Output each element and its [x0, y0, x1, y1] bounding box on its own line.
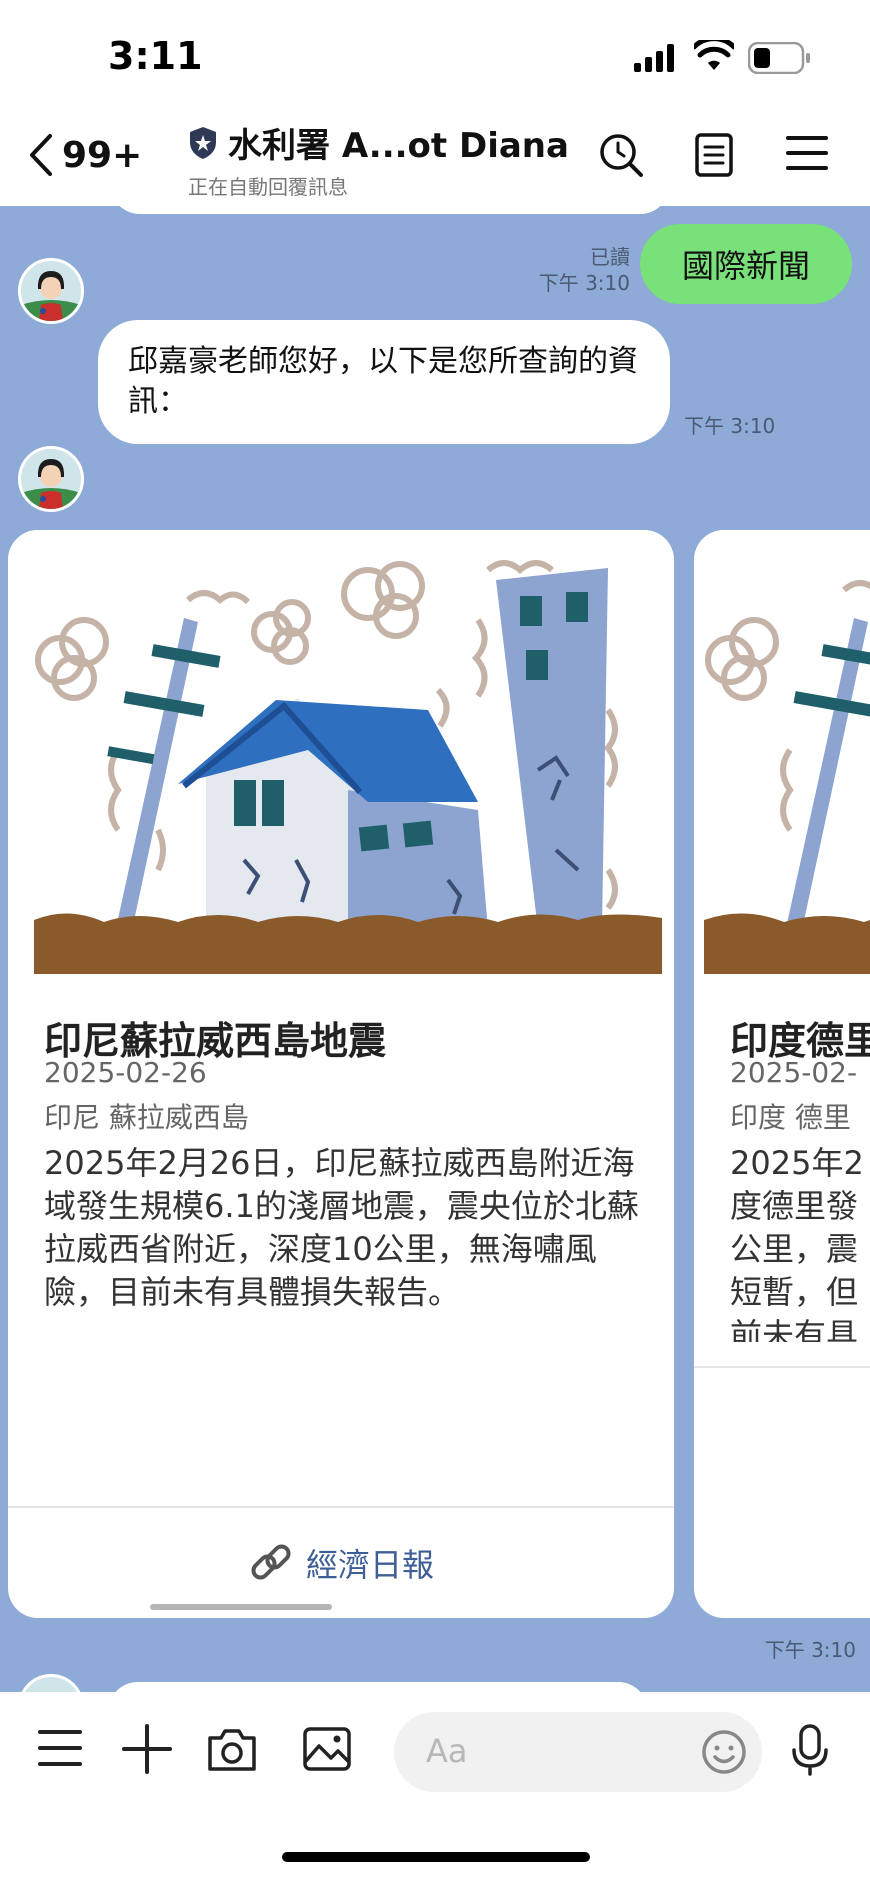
card-body-line: 短暫，但: [730, 1273, 859, 1311]
card-divider: [694, 1366, 870, 1368]
image-icon[interactable]: [302, 1726, 352, 1776]
carousel-scrollbar[interactable]: [150, 1604, 332, 1610]
bot-avatar[interactable]: [18, 1674, 84, 1692]
menu-icon[interactable]: [786, 132, 828, 178]
bot-avatar[interactable]: [18, 258, 84, 324]
notes-icon[interactable]: [694, 132, 734, 182]
status-bar: 3:11: [0, 0, 870, 110]
card-date: 2025-02-26: [44, 1056, 207, 1089]
sent-message-meta: 已讀 下午 3:10: [539, 244, 630, 296]
chat-title: 水利署 A...ot Diana: [228, 126, 569, 166]
card-body-line: 前未有具: [730, 1316, 859, 1342]
chat-subtitle: 正在自動回覆訊息: [188, 175, 348, 199]
bot-avatar[interactable]: [18, 446, 84, 512]
plus-icon[interactable]: [122, 1724, 172, 1778]
card-body: 2025年2月26日，印尼蘇拉威西島附近海域發生規模6.1的淺層地震，震央位於北…: [44, 1144, 639, 1311]
input-placeholder: Aa: [426, 1732, 468, 1770]
card-body-line: 度德里發: [730, 1187, 859, 1225]
previous-message-bubble: [110, 206, 670, 214]
status-time: 3:11: [108, 34, 203, 78]
battery-icon: [747, 41, 812, 78]
microphone-icon[interactable]: [790, 1724, 830, 1780]
search-history-icon[interactable]: [598, 132, 644, 182]
sent-message-bubble[interactable]: 國際新聞: [640, 224, 852, 304]
earthquake-illustration: [8, 530, 674, 990]
carousel-time: 下午 3:10: [764, 1638, 856, 1662]
earthquake-illustration: [694, 530, 870, 990]
link-icon: [251, 1544, 291, 1580]
chat-header: 99+ 水利署 A...ot Diana 正在自動回覆訊息: [0, 110, 870, 206]
cellular-signal-icon: [634, 44, 678, 76]
shield-badge-icon: [190, 126, 216, 159]
card-body-line: 2025年2: [730, 1144, 864, 1182]
news-card[interactable]: 印度德里 2025-02- 印度 德里 2025年2 度德里發 公里，震 短暫，…: [694, 530, 870, 1618]
card-source-link[interactable]: 經濟日報: [8, 1506, 674, 1618]
message-input[interactable]: Aa: [394, 1712, 762, 1792]
received-message-bubble[interactable]: 邱嘉豪老師您好，以下是您所查詢的資訊：: [98, 320, 670, 444]
input-bar: Aa: [0, 1692, 870, 1882]
card-body: 2025年2 度德里發 公里，震 短暫，但 前未有具: [730, 1142, 870, 1342]
home-indicator: [282, 1852, 590, 1862]
next-message-bubble: [108, 1682, 648, 1692]
news-card[interactable]: 印尼蘇拉威西島地震 2025-02-26 印尼 蘇拉威西島 2025年2月26日…: [8, 530, 674, 1618]
chat-title-area[interactable]: 水利署 A...ot Diana 正在自動回覆訊息: [188, 118, 569, 200]
sent-time: 下午 3:10: [538, 271, 630, 295]
chat-area[interactable]: 已讀 下午 3:10 國際新聞 邱嘉豪老師您好，以下是您所查詢的資訊： 下午 3…: [0, 206, 870, 1692]
menu-icon[interactable]: [38, 1728, 82, 1772]
wifi-icon: [691, 36, 737, 76]
card-body-line: 公里，震: [730, 1230, 859, 1268]
camera-icon[interactable]: [206, 1726, 258, 1776]
card-link-label: 經濟日報: [305, 1546, 434, 1584]
unread-count: 99+: [62, 134, 143, 176]
read-receipt: 已讀: [590, 245, 630, 269]
card-date: 2025-02-: [730, 1056, 858, 1089]
back-button[interactable]: 99+: [28, 132, 142, 178]
chevron-left-icon: [30, 134, 52, 176]
card-location: 印尼 蘇拉威西島: [44, 1101, 249, 1134]
emoji-icon[interactable]: [700, 1728, 748, 1780]
received-time: 下午 3:10: [684, 414, 776, 438]
card-location: 印度 德里: [730, 1101, 851, 1134]
